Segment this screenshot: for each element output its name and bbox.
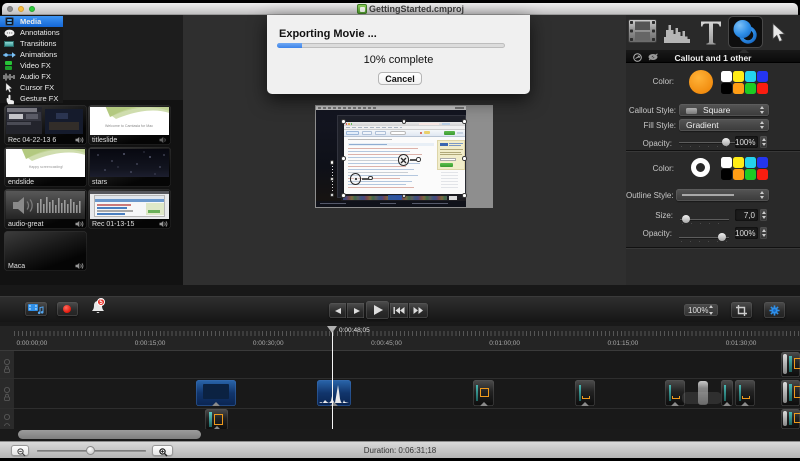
svg-text:Welcome to Camtasia for Mac: Welcome to Camtasia for Mac	[105, 124, 153, 128]
svg-text:Happy screencasting!: Happy screencasting!	[29, 165, 64, 169]
